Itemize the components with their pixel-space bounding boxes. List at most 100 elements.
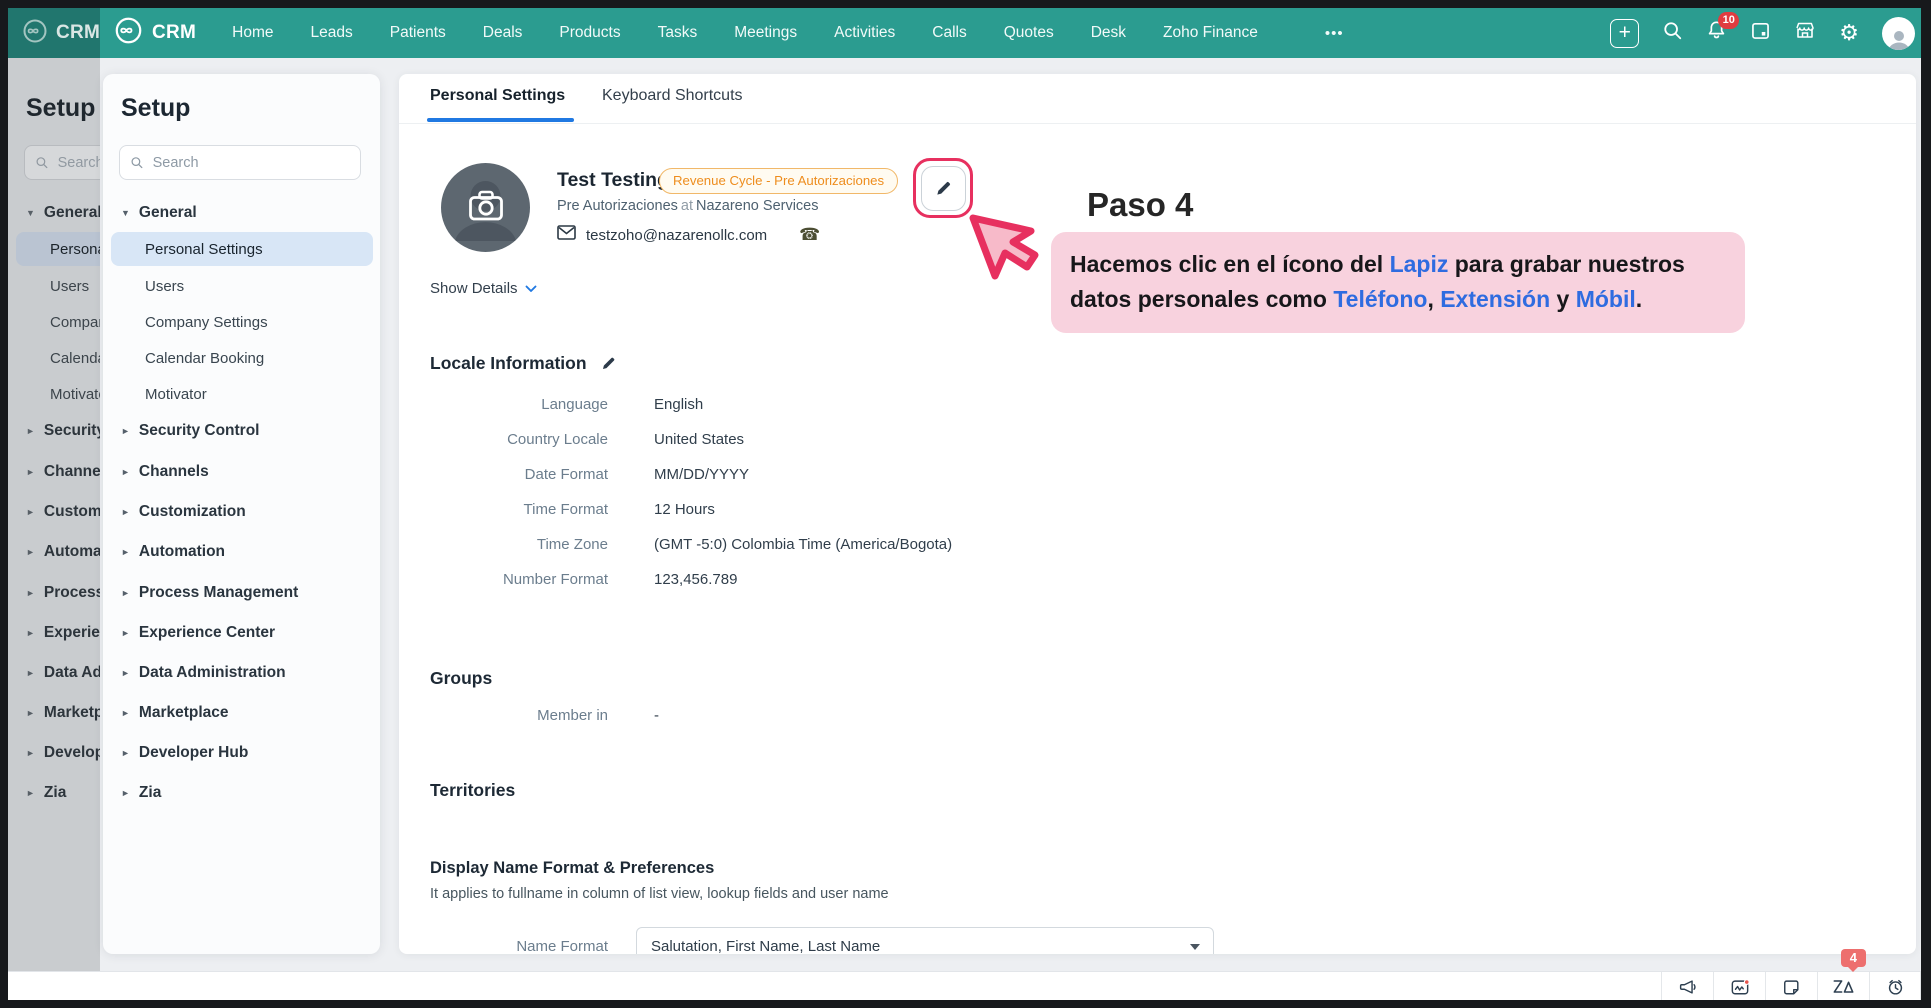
item-motivator-dim[interactable]: Motivator <box>50 386 100 403</box>
zia-assistant-icon[interactable] <box>1817 972 1869 1000</box>
nav-zoho-finance[interactable]: Zoho Finance <box>1163 24 1258 42</box>
search-icon[interactable] <box>1662 20 1683 46</box>
nav-quotes[interactable]: Quotes <box>1004 24 1054 42</box>
nav-meetings[interactable]: Meetings <box>734 24 797 42</box>
display-name-format-note: It applies to fullname in column of list… <box>430 886 889 902</box>
topbar-actions: + 10 ⚙ <box>1610 8 1915 58</box>
bottom-status-bar: 4 <box>8 971 1921 1000</box>
sidebar-item-users[interactable]: Users <box>145 278 184 295</box>
edit-locale-pencil-icon[interactable] <box>600 355 617 372</box>
nav-leads[interactable]: Leads <box>311 24 353 42</box>
setup-title: Setup <box>121 94 190 123</box>
item-calendar-booking-dim[interactable]: Calendar Booking <box>50 350 100 367</box>
setup-search-input[interactable] <box>151 154 350 172</box>
section-automation[interactable]: ►Automation <box>121 543 225 561</box>
brand[interactable]: CRM <box>114 16 196 50</box>
section-channels[interactable]: ►Channels <box>121 463 209 481</box>
quick-add-button[interactable]: + <box>1610 19 1639 48</box>
section-experience-center[interactable]: ►Experience Center <box>121 624 275 642</box>
dropdown-caret-icon <box>1190 944 1200 950</box>
notes-icon[interactable] <box>1765 972 1817 1000</box>
section-customization[interactable]: ►Customization <box>121 503 246 521</box>
setup-search-dim[interactable] <box>24 145 100 180</box>
section-general-dim[interactable]: ▼General <box>26 204 100 222</box>
nav-desk[interactable]: Desk <box>1091 24 1126 42</box>
nav-home[interactable]: Home <box>232 24 273 42</box>
top-navigation-bar: CRM CRM Home Leads Patients Deals Produc… <box>8 8 1921 58</box>
search-input-dim[interactable] <box>56 154 100 172</box>
section-customization-dim[interactable]: ►Customization <box>26 503 100 521</box>
row-value: United States <box>654 431 952 448</box>
user-full-name: Test Testing <box>557 169 669 192</box>
item-company-settings-dim[interactable]: Company Settings <box>50 314 100 331</box>
chevron-right-icon: ► <box>121 788 130 798</box>
section-process-dim[interactable]: ►Process Management <box>26 584 100 602</box>
row-value: (GMT -5:0) Colombia Time (America/Bogota… <box>654 536 952 553</box>
section-marketplace-dim[interactable]: ►Marketplace <box>26 704 100 722</box>
alarm-clock-icon[interactable] <box>1869 972 1921 1000</box>
section-automation-dim[interactable]: ►Automation <box>26 543 100 561</box>
profile-photo-upload[interactable] <box>441 163 530 252</box>
nav-more-icon[interactable]: ••• <box>1325 25 1344 42</box>
nav-patients[interactable]: Patients <box>390 24 446 42</box>
section-developer-hub[interactable]: ►Developer Hub <box>121 744 248 762</box>
role-badge: Revenue Cycle - Pre Autorizaciones <box>659 168 898 194</box>
analytics-pulse-icon[interactable] <box>1713 972 1765 1000</box>
sidebar-item-personal-settings[interactable]: Personal Settings <box>111 232 373 266</box>
chevron-right-icon: ► <box>121 668 130 678</box>
setup-sidebar: Setup ▼General Personal Settings Users C… <box>103 74 380 954</box>
setup-title-dim: Setup <box>26 94 95 123</box>
section-channels-dim[interactable]: ►Channels <box>26 463 100 481</box>
chevron-down-icon: ▼ <box>121 208 130 218</box>
email-row: testzoho@nazarenollc.com ☎ <box>557 225 820 245</box>
chevron-right-icon: ► <box>121 628 130 638</box>
section-general[interactable]: ▼General <box>121 204 197 222</box>
sidebar-item-calendar-booking[interactable]: Calendar Booking <box>145 350 264 367</box>
annotation-cursor-arrow <box>965 212 1049 293</box>
section-data-administration[interactable]: ►Data Administration <box>121 664 286 682</box>
row-value: 12 Hours <box>654 501 952 518</box>
marketplace-store-icon[interactable] <box>1794 20 1816 46</box>
section-marketplace[interactable]: ►Marketplace <box>121 704 229 722</box>
sidebar-item-motivator[interactable]: Motivator <box>145 386 207 403</box>
setup-search[interactable] <box>119 145 361 180</box>
name-format-select[interactable]: Salutation, First Name, Last Name <box>636 927 1214 954</box>
section-zia-dim[interactable]: ►Zia <box>26 784 66 802</box>
groups-rows: Member in- <box>430 707 659 724</box>
notifications-bell-icon[interactable]: 10 <box>1706 20 1727 46</box>
calendar-icon[interactable] <box>1750 20 1771 46</box>
chevron-right-icon: ► <box>121 507 130 517</box>
locale-information-heading: Locale Information <box>430 353 617 374</box>
nav-tasks[interactable]: Tasks <box>658 24 698 42</box>
active-tab-underline <box>427 118 574 122</box>
nav-deals[interactable]: Deals <box>483 24 523 42</box>
tab-personal-settings[interactable]: Personal Settings <box>430 87 565 105</box>
section-zia[interactable]: ►Zia <box>121 784 161 802</box>
section-security-dim[interactable]: ►Security Control <box>26 422 100 440</box>
user-email[interactable]: testzoho@nazarenollc.com <box>586 227 767 244</box>
row-value: 123,456.789 <box>654 571 952 588</box>
user-avatar[interactable] <box>1882 17 1915 50</box>
show-details-toggle[interactable]: Show Details <box>430 280 537 297</box>
section-security-control[interactable]: ►Security Control <box>121 422 260 440</box>
territories-heading: Territories <box>430 780 515 801</box>
row-label: Number Format <box>430 571 608 588</box>
sidebar-item-company-settings[interactable]: Company Settings <box>145 314 268 331</box>
nav-calls[interactable]: Calls <box>932 24 966 42</box>
section-data-admin-dim[interactable]: ►Data Administration <box>26 664 100 682</box>
nav-products[interactable]: Products <box>559 24 620 42</box>
phone-icon[interactable]: ☎ <box>799 225 820 245</box>
tab-keyboard-shortcuts[interactable]: Keyboard Shortcuts <box>602 87 743 105</box>
row-value: English <box>654 396 952 413</box>
item-users-dim[interactable]: Users <box>50 278 89 295</box>
nav-activities[interactable]: Activities <box>834 24 895 42</box>
section-experience-dim[interactable]: ►Experience Center <box>26 624 100 642</box>
settings-gear-icon[interactable]: ⚙ <box>1839 22 1859 44</box>
section-developer-hub-dim[interactable]: ►Developer Hub <box>26 744 100 762</box>
chevron-right-icon: ► <box>121 547 130 557</box>
item-personal-settings-dim[interactable]: Personal Settings <box>16 232 100 266</box>
section-process-management[interactable]: ►Process Management <box>121 584 298 602</box>
zoho-logo-icon <box>114 16 143 50</box>
announcement-megaphone-icon[interactable] <box>1661 972 1713 1000</box>
settings-tabs: Personal Settings Keyboard Shortcuts <box>399 74 1916 124</box>
